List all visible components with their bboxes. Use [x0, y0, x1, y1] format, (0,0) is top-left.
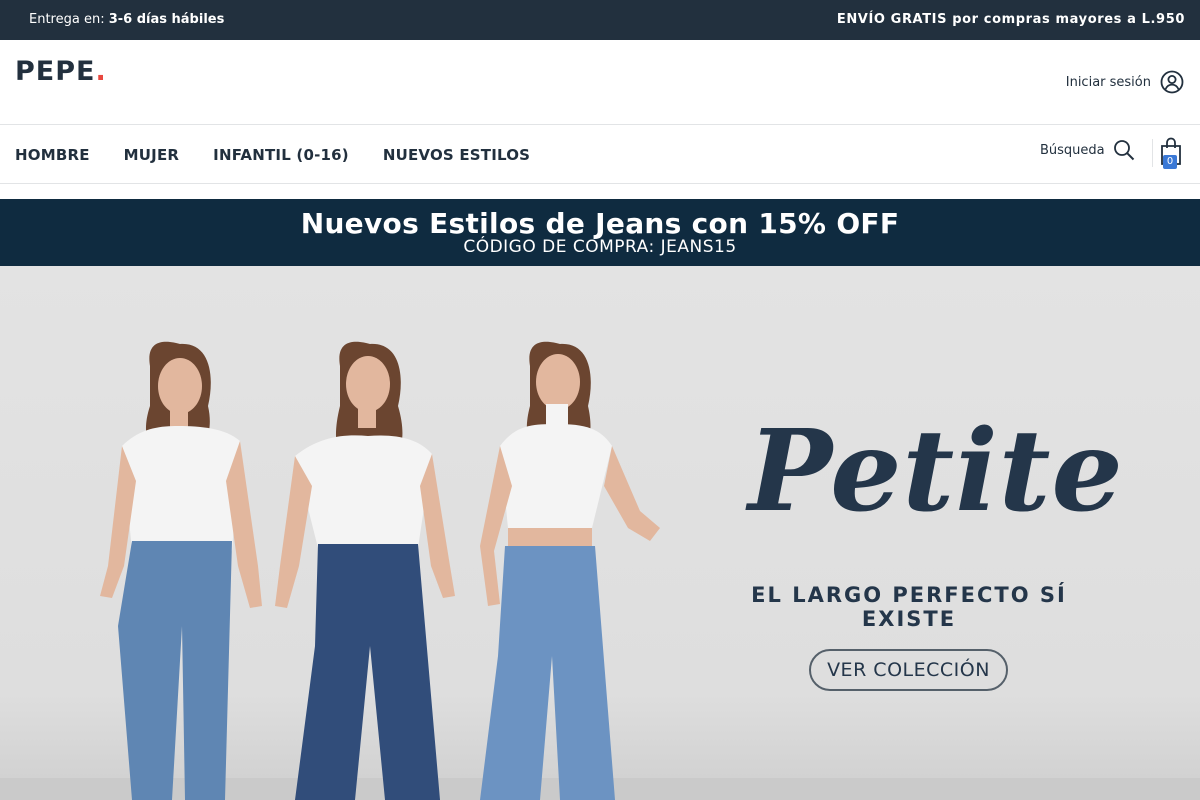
delivery-label: Entrega en:	[29, 12, 109, 27]
model-right	[480, 341, 660, 800]
user-circle-icon	[1160, 70, 1184, 94]
hero-banner[interactable]: Petite EL LARGO PERFECTO SÍ EXISTE VER C…	[0, 266, 1200, 800]
top-announcement-bar: Entrega en: 3-6 días hábiles ENVÍO GRATI…	[0, 0, 1200, 40]
nav-item-hombre[interactable]: HOMBRE	[15, 146, 90, 164]
search-button[interactable]: Búsqueda	[1040, 139, 1135, 161]
cart-count-badge: 0	[1163, 155, 1177, 169]
login-label: Iniciar sesión	[1065, 74, 1151, 90]
nav-item-infantil[interactable]: INFANTIL (0-16)	[213, 146, 349, 164]
main-navigation: HOMBRE MUJER INFANTIL (0-16) NUEVOS ESTI…	[0, 125, 1200, 184]
login-link[interactable]: Iniciar sesión	[1066, 70, 1184, 94]
delivery-value: 3-6 días hábiles	[108, 12, 225, 27]
models-illustration	[100, 341, 660, 800]
delivery-info: Entrega en: 3-6 días hábiles	[29, 12, 224, 27]
hero-tagline: EL LARGO PERFECTO SÍ EXISTE	[751, 583, 1067, 631]
cart-button[interactable]: 0	[1160, 137, 1182, 171]
promo-banner[interactable]: Nuevos Estilos de Jeans con 15% OFF CÓDI…	[0, 199, 1200, 266]
nav-item-nuevos-estilos[interactable]: NUEVOS ESTILOS	[383, 146, 530, 164]
nav-item-mujer[interactable]: MUJER	[124, 146, 180, 164]
free-shipping-notice: ENVÍO GRATIS por compras mayores a L.950	[836, 12, 1185, 27]
view-collection-button[interactable]: VER COLECCIÓN	[809, 649, 1008, 691]
search-label: Búsqueda	[1040, 142, 1105, 158]
logo-text: PEPE	[15, 56, 96, 87]
site-header: PEPE. Iniciar sesión	[0, 40, 1200, 125]
promo-headline: Nuevos Estilos de Jeans con 15% OFF	[300, 207, 900, 240]
search-icon	[1113, 140, 1134, 161]
nav-menu: HOMBRE MUJER INFANTIL (0-16) NUEVOS ESTI…	[15, 146, 530, 164]
promo-code: CÓDIGO DE COMPRA: JEANS15	[463, 237, 737, 257]
model-center	[275, 341, 455, 800]
nav-divider	[1152, 139, 1153, 167]
logo-dot: .	[95, 56, 107, 87]
model-left	[100, 341, 262, 800]
hero-title: Petite	[748, 406, 1124, 537]
brand-logo[interactable]: PEPE.	[15, 56, 107, 87]
